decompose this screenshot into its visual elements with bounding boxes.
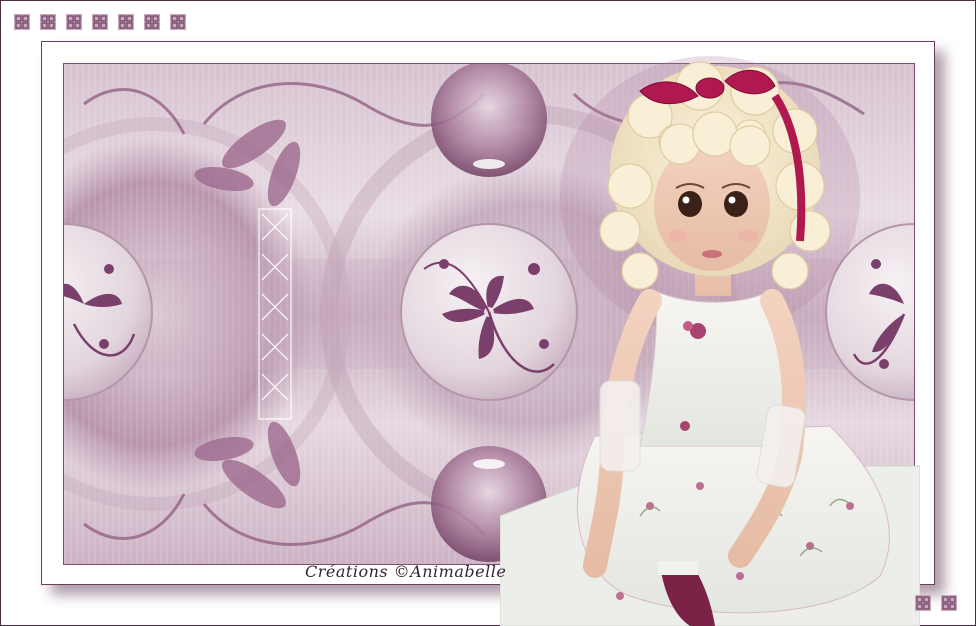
top-deco-row xyxy=(13,13,187,31)
knot-square-icon xyxy=(914,594,932,612)
knot-square-icon xyxy=(91,13,109,31)
knot-square-icon xyxy=(13,13,31,31)
bottom-deco-row xyxy=(914,594,958,612)
knot-square-icon xyxy=(39,13,57,31)
signature: Créations ©Animabelle xyxy=(305,562,507,581)
knot-square-icon xyxy=(117,13,135,31)
flower-medallion-left xyxy=(64,223,153,401)
doll-figure xyxy=(500,56,920,626)
knot-square-icon xyxy=(65,13,83,31)
knot-square-icon xyxy=(940,594,958,612)
knot-square-icon xyxy=(143,13,161,31)
knot-square-icon xyxy=(169,13,187,31)
